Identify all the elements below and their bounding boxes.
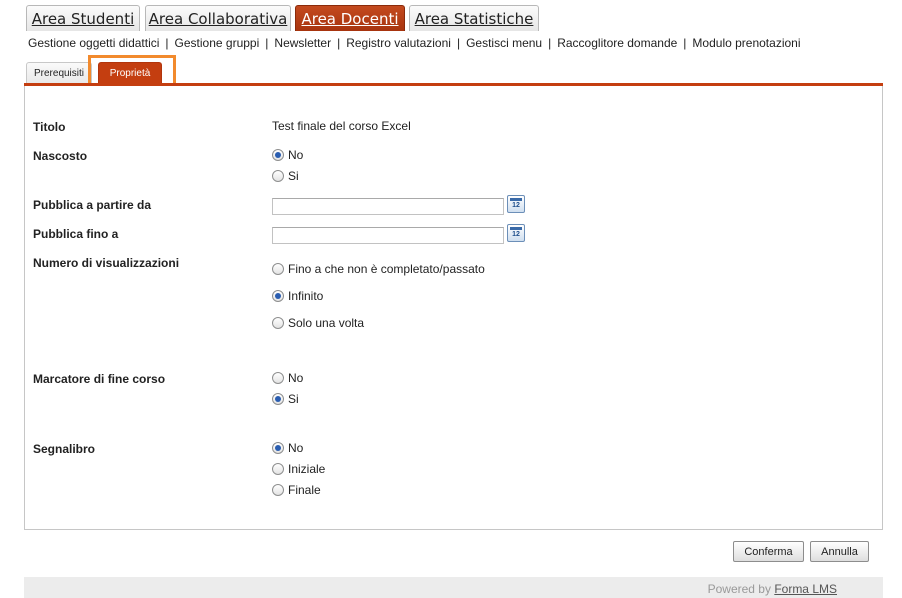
radio-label: Si	[288, 392, 299, 406]
radio-label: Finale	[288, 483, 321, 497]
subnav-registro-valutazioni[interactable]: Registro valutazioni	[346, 36, 451, 50]
visualizzazioni-option-infinito[interactable]: Infinito	[272, 289, 323, 303]
radio-button-checked[interactable]	[272, 393, 284, 405]
area-tab-docenti[interactable]: Area Docenti	[295, 5, 405, 31]
subnav-separator: |	[165, 36, 169, 50]
calendar-icon-day: 12	[512, 202, 520, 209]
subnav-newsletter[interactable]: Newsletter	[274, 36, 331, 50]
subnav-gestisci-menu[interactable]: Gestisci menu	[466, 36, 542, 50]
radio-button[interactable]	[272, 372, 284, 384]
subnav-separator: |	[456, 36, 461, 50]
segnalibro-option-finale[interactable]: Finale	[272, 483, 321, 497]
pubblica-fino-label: Pubblica fino a	[33, 227, 119, 241]
footer: Powered by Forma LMS	[24, 577, 883, 598]
radio-label: Solo una volta	[288, 316, 365, 330]
properties-panel	[24, 86, 883, 530]
radio-button[interactable]	[272, 463, 284, 475]
subnav-separator: |	[548, 36, 552, 50]
subnav-gestione-gruppi[interactable]: Gestione gruppi	[175, 36, 260, 50]
radio-label: Fino a che non è completato/passato	[288, 262, 485, 276]
area-tab-studenti[interactable]: Area Studenti	[26, 5, 140, 31]
nascosto-label: Nascosto	[33, 149, 88, 163]
radio-button-checked[interactable]	[272, 149, 284, 161]
marcatore-label: Marcatore di fine corso	[33, 372, 166, 386]
footer-forma-lms-link[interactable]: Forma LMS	[774, 582, 837, 596]
tab-proprieta[interactable]: Proprietà	[98, 62, 162, 83]
pubblica-da-label: Pubblica a partire da	[33, 198, 152, 212]
visualizzazioni-option-solo-una-volta[interactable]: Solo una volta	[272, 316, 364, 330]
nascosto-option-no[interactable]: No	[272, 148, 303, 162]
radio-button[interactable]	[272, 263, 284, 275]
radio-button[interactable]	[272, 317, 284, 329]
radio-label: Iniziale	[288, 462, 326, 476]
subnav-modulo-prenotazioni[interactable]: Modulo prenotazioni	[692, 36, 800, 50]
visualizzazioni-label: Numero di visualizzazioni	[33, 256, 180, 270]
pubblica-da-input[interactable]	[272, 198, 504, 215]
sub-navigation: Gestione oggetti didattici | Gestione gr…	[28, 36, 801, 50]
marcatore-option-si[interactable]: Si	[272, 392, 299, 406]
radio-label: Infinito	[288, 289, 324, 303]
annulla-button[interactable]: Annulla	[810, 541, 869, 562]
radio-label: Si	[288, 169, 299, 183]
pubblica-fino-input[interactable]	[272, 227, 504, 244]
tab-prerequisiti[interactable]: Prerequisiti	[26, 62, 92, 83]
calendar-icon[interactable]: 12	[507, 224, 525, 242]
radio-button-checked[interactable]	[272, 442, 284, 454]
visualizzazioni-option-fino-completato[interactable]: Fino a che non è completato/passato	[272, 262, 485, 276]
radio-label: No	[288, 148, 304, 162]
segnalibro-option-no[interactable]: No	[272, 441, 303, 455]
subnav-separator: |	[265, 36, 269, 50]
segnalibro-label: Segnalibro	[33, 442, 96, 456]
radio-button-checked[interactable]	[272, 290, 284, 302]
nascosto-option-si[interactable]: Si	[272, 169, 299, 183]
radio-label: No	[288, 371, 304, 385]
radio-label: No	[288, 441, 304, 455]
conferma-button[interactable]: Conferma	[733, 541, 804, 562]
marcatore-option-no[interactable]: No	[272, 371, 303, 385]
subnav-separator: |	[337, 36, 341, 50]
area-tab-statistiche[interactable]: Area Statistiche	[409, 5, 539, 31]
radio-button[interactable]	[272, 170, 284, 182]
subnav-separator: |	[683, 36, 687, 50]
subnav-gestione-oggetti-didattici[interactable]: Gestione oggetti didattici	[28, 36, 159, 50]
radio-button[interactable]	[272, 484, 284, 496]
titolo-label: Titolo	[33, 120, 66, 134]
calendar-icon-day: 12	[512, 231, 520, 238]
calendar-icon[interactable]: 12	[507, 195, 525, 213]
titolo-value: Test finale del corso Excel	[272, 119, 411, 133]
footer-prefix: Powered by	[707, 582, 771, 596]
footer-credit: Powered by Forma LMS	[708, 582, 837, 596]
segnalibro-option-iniziale[interactable]: Iniziale	[272, 462, 325, 476]
area-tab-collaborativa[interactable]: Area Collaborativa	[145, 5, 291, 31]
subnav-raccoglitore-domande[interactable]: Raccoglitore domande	[557, 36, 677, 50]
